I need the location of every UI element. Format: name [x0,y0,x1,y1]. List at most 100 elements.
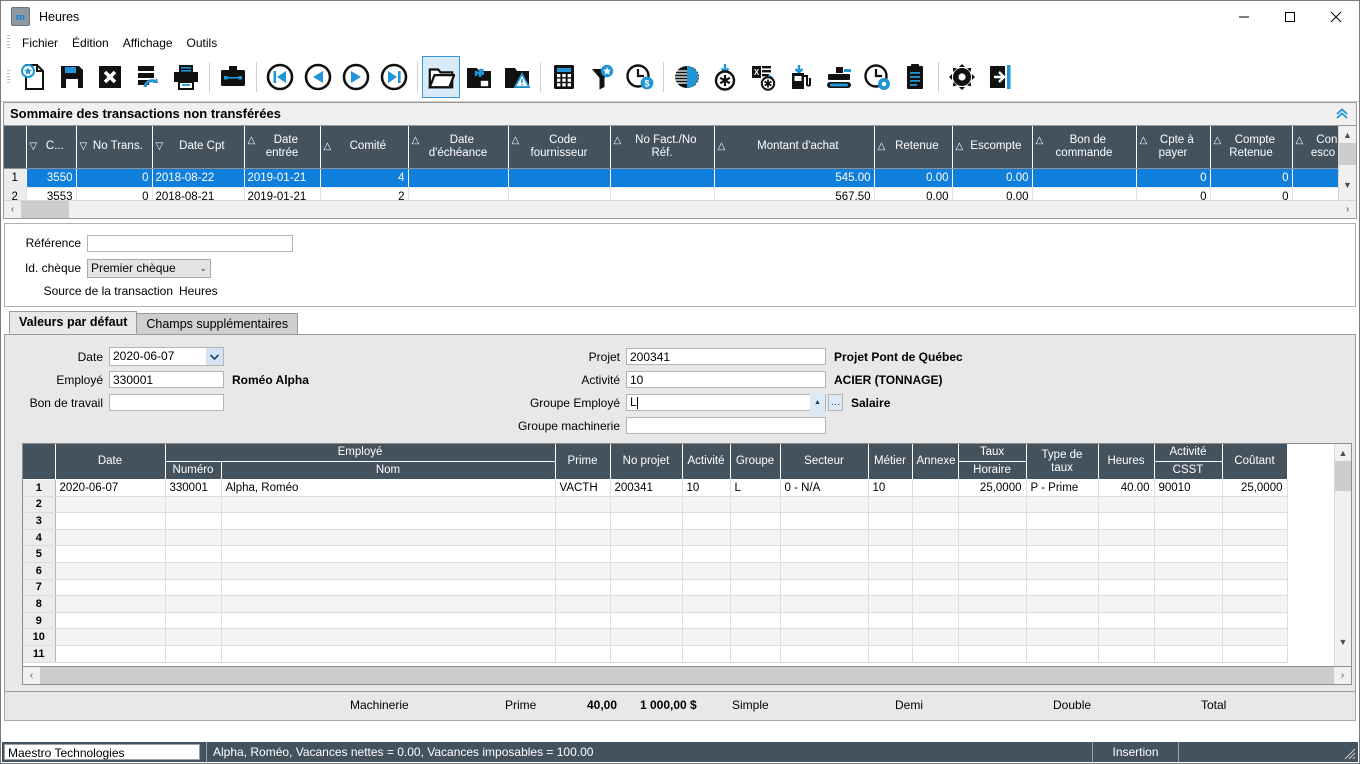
table-cell[interactable] [1222,562,1288,580]
sort-indicator-icon[interactable]: △ [614,135,622,147]
table-cell[interactable] [730,545,781,563]
table-cell[interactable] [958,595,1027,613]
transactions-vertical-scrollbar[interactable]: ▲ ▼ [1338,126,1356,200]
table-cell[interactable]: 545.00 [714,168,875,188]
table-cell[interactable] [1098,645,1155,663]
hscroll-thumb[interactable] [40,667,1334,684]
table-cell[interactable] [912,545,959,563]
table-cell[interactable] [610,168,715,188]
sort-indicator-icon[interactable]: ▽ [30,141,38,153]
table-cell[interactable] [55,595,166,613]
table-cell[interactable]: 10 [868,479,913,497]
table-cell[interactable]: P - Prime [1026,479,1099,497]
transactions-column-header[interactable]: △ Escompte [952,126,1033,169]
table-cell[interactable] [958,529,1027,547]
sort-indicator-icon[interactable]: △ [248,135,256,147]
table-cell[interactable] [1222,628,1288,646]
sort-indicator-icon[interactable]: △ [412,135,420,147]
table-cell[interactable]: 2018-08-21 [152,187,245,200]
table-cell[interactable] [1222,595,1288,613]
table-cell[interactable] [555,545,611,563]
table-cell[interactable]: L [730,479,781,497]
table-cell[interactable]: 2020-06-07 [55,479,166,497]
table-cell[interactable] [1292,187,1339,200]
table-row[interactable]: 2 3553 0 2018-08-21 2019-01-21 2 567.50 0.00 0.0… [4,187,1339,200]
next-record-icon[interactable] [337,56,375,98]
table-cell[interactable] [912,645,959,663]
sort-indicator-icon[interactable]: △ [718,141,726,153]
table-cell[interactable]: 2018-08-22 [152,168,245,188]
table-cell[interactable] [868,512,913,530]
table-cell[interactable] [1098,496,1155,514]
table-cell[interactable] [780,545,869,563]
table-cell[interactable] [682,512,731,530]
table-cell[interactable] [1292,168,1339,188]
calendar-dropdown-icon[interactable] [206,348,223,365]
table-cell[interactable] [1154,645,1223,663]
reference-input[interactable] [87,234,293,252]
table-cell[interactable] [55,529,166,547]
menu-affichage[interactable]: Affichage [116,34,180,52]
table-cell[interactable] [1026,595,1099,613]
transactions-column-header[interactable]: △ Retenue [874,126,953,169]
detail-vertical-scrollbar[interactable]: ▲ ▼ [1334,444,1351,666]
sort-indicator-icon[interactable]: △ [1036,135,1044,147]
table-cell[interactable] [610,628,683,646]
transactions-column-header[interactable]: △ Con esco [1292,126,1339,169]
table-row[interactable]: 11 [23,645,1288,663]
table-cell[interactable] [958,545,1027,563]
activite-input[interactable]: 10 [626,371,826,388]
table-cell[interactable] [610,595,683,613]
table-cell[interactable] [912,496,959,514]
table-cell[interactable] [1098,529,1155,547]
table-cell[interactable] [221,579,556,597]
table-cell[interactable] [1154,545,1223,563]
table-cell[interactable] [1026,496,1099,514]
table-cell[interactable] [1098,562,1155,580]
table-cell[interactable] [1098,579,1155,597]
table-cell[interactable] [1222,512,1288,530]
groupe-employe-lookup-button[interactable]: … [828,394,843,411]
table-cell[interactable] [780,612,869,630]
maximize-button[interactable] [1267,1,1313,32]
table-cell[interactable] [508,168,611,188]
groupe-machinerie-input[interactable] [626,417,826,434]
table-cell[interactable] [730,595,781,613]
table-cell[interactable] [1026,645,1099,663]
table-cell[interactable] [1154,595,1223,613]
table-cell[interactable] [55,562,166,580]
table-cell[interactable] [958,612,1027,630]
scroll-right-arrow-icon[interactable]: › [1334,667,1351,684]
table-cell[interactable] [55,496,166,514]
column-header-taux[interactable]: Taux [958,444,1027,462]
transactions-column-header[interactable]: ▽ No Trans. [76,126,153,169]
table-cell[interactable] [912,562,959,580]
projet-input[interactable]: 200341 [626,348,826,365]
transactions-column-header[interactable]: ▽ Date Cpt [152,126,245,169]
table-cell[interactable] [408,187,509,200]
table-cell[interactable] [165,595,222,613]
table-cell[interactable] [1222,496,1288,514]
table-cell[interactable] [1154,529,1223,547]
table-cell[interactable] [555,562,611,580]
transactions-column-header[interactable]: △ Bon de commande [1032,126,1137,169]
column-subheader-horaire[interactable]: Horaire [958,461,1027,480]
window-resize-grip[interactable] [1344,748,1356,760]
table-cell[interactable] [780,496,869,514]
table-cell[interactable] [1098,545,1155,563]
table-cell[interactable] [1026,579,1099,597]
table-cell[interactable]: 0 - N/A [780,479,869,497]
table-cell[interactable] [555,579,611,597]
transactions-column-header[interactable]: △ Montant d'achat [714,126,875,169]
filter-star-icon[interactable] [583,56,621,98]
table-row[interactable]: 5 [23,545,1288,563]
table-cell[interactable] [221,496,556,514]
column-header-numero[interactable]: Numéro [165,461,222,480]
column-header-groupe[interactable]: Groupe [730,444,781,480]
table-cell[interactable] [912,612,959,630]
table-cell[interactable]: 25,0000 [958,479,1027,497]
table-cell[interactable]: 0 [76,168,153,188]
table-cell[interactable] [868,496,913,514]
table-cell[interactable] [780,579,869,597]
table-cell[interactable] [912,512,959,530]
